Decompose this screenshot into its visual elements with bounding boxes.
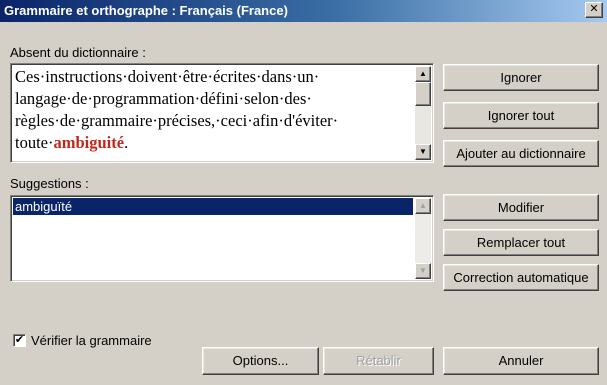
error-word: ambiguité: [53, 133, 125, 152]
add-to-dictionary-button[interactable]: Ajouter au dictionnaire: [443, 140, 599, 167]
scroll-up-icon: ▲: [419, 69, 427, 78]
sentence-text: Ces·instructions·doivent·être·écrites·da…: [15, 66, 407, 154]
cancel-button-label: Annuler: [498, 353, 544, 368]
window-title: Grammaire et orthographe : Français (Fra…: [4, 3, 288, 18]
undo-button-label: Rétablir: [356, 353, 401, 368]
ignore-button[interactable]: Ignorer: [443, 64, 599, 91]
suggestions-scroll-up-button[interactable]: ▲: [415, 198, 431, 214]
suggestion-item[interactable]: ambiguïté: [13, 198, 413, 215]
sentence-scrollbar[interactable]: ▲ ▼: [415, 66, 431, 160]
options-button-label: Options...: [232, 353, 289, 368]
sentence-textbox[interactable]: Ces·instructions·doivent·être·écrites·da…: [10, 63, 434, 163]
not-in-dictionary-label: Absent du dictionnaire :: [10, 45, 146, 60]
suggestions-scroll-down-button[interactable]: ▼: [415, 263, 431, 279]
undo-button[interactable]: Rétablir: [323, 347, 434, 375]
scroll-down-icon: ▼: [419, 147, 427, 156]
suggestions-scrollbar[interactable]: ▲ ▼: [415, 198, 431, 279]
scroll-down-button[interactable]: ▼: [415, 144, 431, 160]
ignore-all-button-label: Ignorer tout: [487, 108, 555, 123]
scroll-up-icon: ▲: [419, 201, 427, 210]
title-bar: Grammaire et orthographe : Français (Fra…: [0, 0, 607, 22]
suggestions-label: Suggestions :: [10, 176, 89, 191]
close-button[interactable]: ✕: [585, 2, 603, 18]
check-grammar-label: Vérifier la grammaire: [31, 333, 152, 348]
change-all-button-label: Remplacer tout: [476, 235, 566, 250]
options-button[interactable]: Options...: [202, 347, 319, 375]
change-all-button[interactable]: Remplacer tout: [443, 229, 599, 256]
scroll-down-icon: ▼: [419, 266, 427, 275]
change-button[interactable]: Modifier: [443, 194, 599, 221]
change-button-label: Modifier: [497, 200, 545, 215]
autocorrect-button[interactable]: Correction automatique: [443, 264, 599, 291]
scroll-up-button[interactable]: ▲: [415, 66, 431, 82]
checkmark-icon: ✔: [14, 334, 25, 346]
suggestions-listbox[interactable]: ambiguïté ▲ ▼: [10, 195, 434, 282]
scroll-thumb[interactable]: [415, 82, 431, 106]
close-icon: ✕: [589, 3, 599, 15]
cancel-button[interactable]: Annuler: [443, 347, 599, 375]
add-to-dictionary-button-label: Ajouter au dictionnaire: [456, 146, 586, 161]
ignore-button-label: Ignorer: [500, 70, 542, 85]
sentence-after: .: [124, 133, 129, 152]
check-grammar-checkbox[interactable]: ✔: [13, 334, 26, 347]
autocorrect-button-label: Correction automatique: [453, 270, 589, 285]
ignore-all-button[interactable]: Ignorer tout: [443, 102, 599, 129]
